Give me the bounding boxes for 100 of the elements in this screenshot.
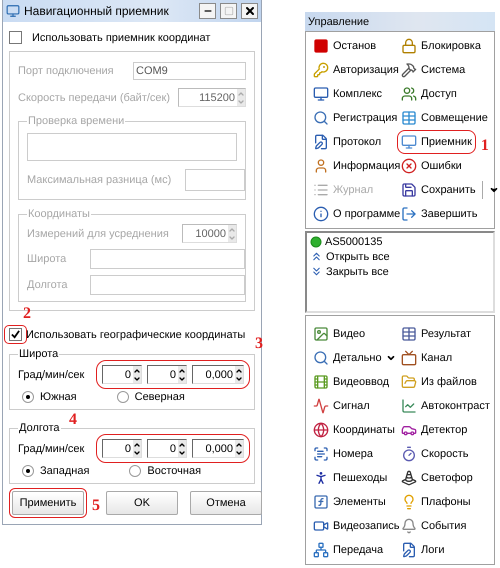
toolbar-button[interactable]: Автоконтраст (397, 394, 494, 418)
toolbar-button[interactable]: Видео (309, 322, 370, 346)
radio-label: Западная (40, 465, 90, 477)
spinner-value: 0 (170, 442, 176, 454)
toolbar-button[interactable]: Скорость (397, 442, 473, 466)
toolbar-button[interactable]: Детектор (397, 418, 472, 442)
spinner-value: 0,000 (205, 368, 233, 380)
toolbar-button[interactable]: Информация (309, 154, 404, 178)
toolbar-button[interactable]: Сохранить (397, 178, 500, 202)
toolbar-button[interactable]: Номера (309, 442, 377, 466)
toolbar-button[interactable]: Из файлов (397, 370, 481, 394)
field-label: Град/мин/сек (18, 442, 84, 454)
monitor-icon (401, 134, 417, 150)
hammer-icon (401, 62, 417, 78)
minimize-button[interactable] (199, 3, 216, 19)
number-spinner[interactable]: 0 (102, 365, 142, 384)
monitor-icon (313, 86, 329, 102)
maximize-icon (224, 6, 234, 16)
tree-item[interactable]: AS5000135 (310, 236, 490, 248)
radio-button[interactable] (22, 391, 34, 403)
field-label: Град/мин/сек (18, 368, 84, 380)
callout-number: 2 (23, 305, 31, 323)
toolbar-button[interactable]: Передача (309, 538, 388, 562)
checkbox-label: Использовать приемник координат (32, 32, 210, 44)
checkbox[interactable] (9, 31, 22, 44)
dialog-button[interactable]: Отмена (190, 491, 262, 515)
collapse-all-icon (310, 265, 323, 278)
toolbar-button[interactable]: Канал (397, 346, 456, 370)
toolbar-button[interactable]: Элементы (309, 490, 390, 514)
toolbar-button[interactable]: Останов (309, 34, 380, 58)
expand-all-icon (310, 250, 323, 263)
checkbox[interactable] (9, 328, 22, 341)
spinner-value: 115200 (199, 92, 235, 104)
scan-icon (313, 446, 329, 462)
stopwatch-icon (401, 446, 417, 462)
toolbar-button[interactable]: О программе (309, 202, 404, 226)
table-icon (401, 326, 417, 342)
number-spinner[interactable]: 0,000 (192, 439, 244, 458)
table-icon (401, 110, 417, 126)
toolbar-button[interactable]: Логи (397, 538, 448, 562)
dialog-button[interactable]: OK (106, 491, 178, 515)
key-icon (313, 62, 329, 78)
group-title: Координаты (27, 208, 91, 220)
group-title: Долгота (18, 422, 61, 434)
users-icon (401, 86, 417, 102)
callout-number: 5 (92, 497, 100, 515)
toolbar-button[interactable]: Пешеходы (309, 466, 392, 490)
toolbar-button[interactable]: Комплекс (309, 82, 386, 106)
number-spinner[interactable]: 0 (147, 439, 187, 458)
close-button[interactable] (241, 3, 258, 19)
toolbar-button[interactable]: Видеозапись (309, 514, 404, 538)
toolbar-button[interactable]: Светофор (397, 466, 477, 490)
toolbar-button[interactable]: Координаты (309, 418, 399, 442)
spinner-value: 10000 (195, 228, 226, 240)
document-pen-icon (313, 134, 329, 150)
toolbar-button[interactable]: Плафоны (397, 490, 475, 514)
field-label: Долгота (27, 279, 68, 291)
radio-label: Южная (40, 391, 77, 403)
dropdown-arrow-icon (488, 185, 499, 195)
tree-item[interactable]: Закрыть все (310, 265, 490, 278)
callout-number: 1 (480, 137, 489, 155)
number-spinner[interactable]: 0 (102, 439, 142, 458)
lock-icon (401, 38, 417, 54)
radio-button[interactable] (22, 465, 34, 477)
tree-item[interactable]: Открыть все (310, 250, 490, 263)
signal-icon (313, 398, 329, 414)
field-label: Скорость передачи (байт/сек) (18, 92, 170, 104)
bell-icon (401, 518, 417, 534)
radio-label: Северная (134, 391, 185, 403)
spinner-value: 0,000 (205, 442, 233, 454)
folder-icon (401, 374, 417, 390)
picture-icon (313, 326, 329, 342)
callout-number: 3 (255, 335, 263, 353)
list-icon (313, 182, 329, 198)
panel-title: Управление (308, 16, 370, 28)
stop-icon (313, 38, 329, 54)
radio-label: Восточная (147, 465, 202, 477)
function-icon (313, 494, 329, 510)
number-spinner[interactable]: 0,000 (192, 365, 244, 384)
status-dot-icon (310, 236, 322, 248)
info-icon (313, 206, 329, 222)
radio-button[interactable] (129, 465, 142, 477)
toolbar-button[interactable]: Блокировка (397, 34, 485, 58)
field-label: Максимальная разница (мс) (27, 174, 172, 186)
app-icon (6, 4, 20, 18)
toolbar-button[interactable]: Результат (397, 322, 476, 346)
spinner-value: 0 (170, 368, 176, 380)
toolbar-button[interactable]: Видеоввод (309, 370, 393, 394)
number-spinner[interactable]: 0 (147, 365, 187, 384)
toolbar-button[interactable]: Сигнал (309, 394, 374, 418)
toolbar-button[interactable]: Протокол (309, 130, 386, 154)
radio-button[interactable] (116, 391, 129, 403)
spinner-value: 0 (124, 442, 131, 454)
toolbar-button[interactable]: Доступ (397, 82, 461, 106)
group-title: Проверка времени (27, 115, 126, 127)
dialog-button[interactable]: Применить (12, 491, 84, 515)
screen-icon (401, 350, 417, 366)
toolbar-button[interactable]: Детально (309, 346, 400, 370)
window-title: Навигационный приемник (24, 4, 170, 18)
field-label: Измерений для усреднения (27, 228, 169, 240)
